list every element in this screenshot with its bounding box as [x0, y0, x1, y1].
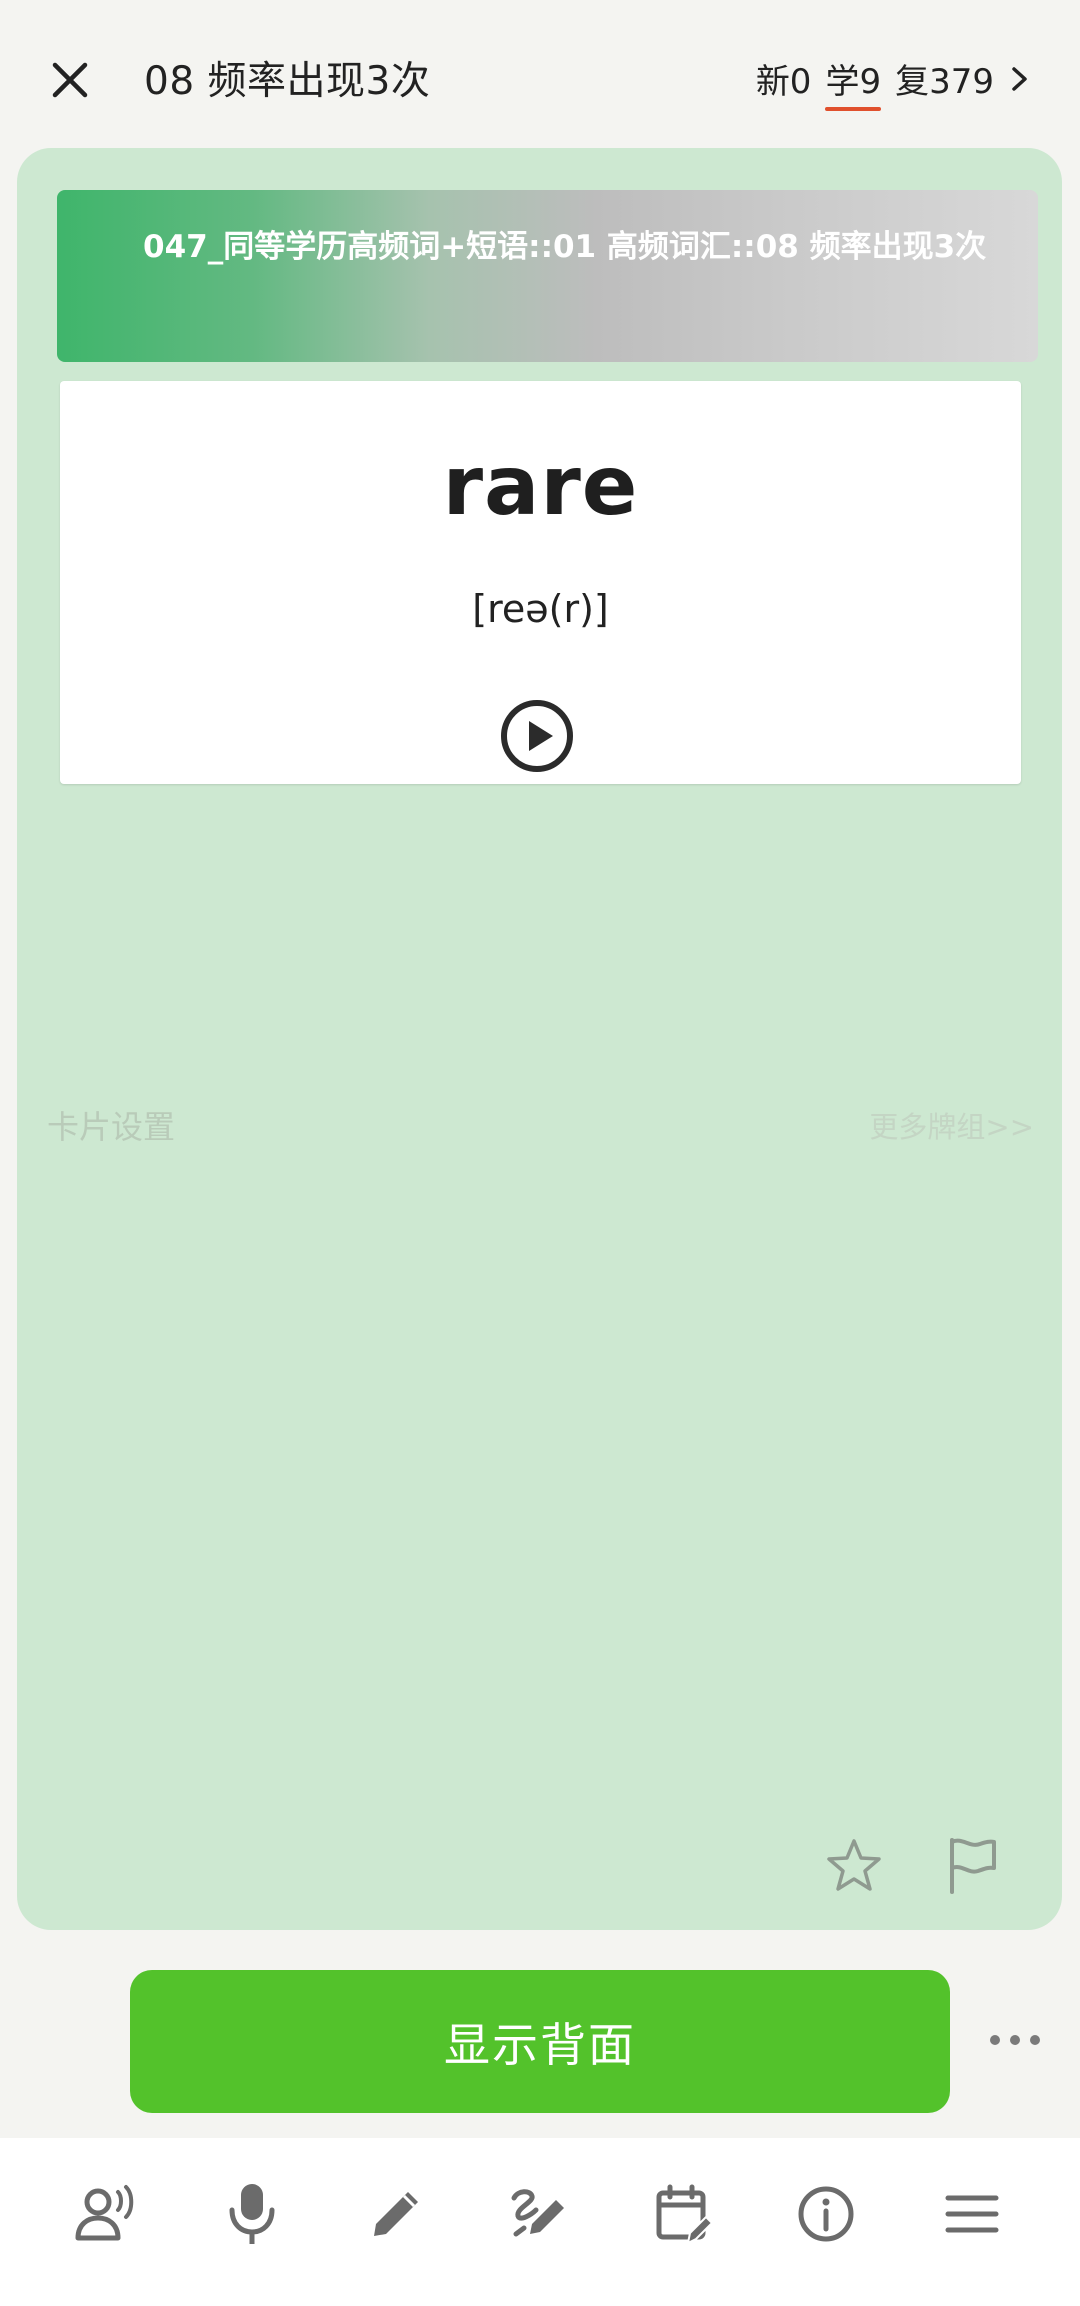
close-icon — [52, 62, 88, 98]
calendar-edit-icon — [656, 2184, 714, 2245]
record-button[interactable] — [218, 2180, 286, 2248]
stat-review: 复379 — [895, 62, 994, 102]
play-icon — [501, 700, 573, 772]
study-stats[interactable]: 新0 学9 复379 — [755, 54, 1030, 111]
menu-button[interactable] — [938, 2180, 1006, 2248]
info-icon — [798, 2186, 854, 2242]
phonetic: [reə(r)] — [472, 587, 609, 631]
info-button[interactable] — [792, 2180, 860, 2248]
card-settings-link[interactable]: 卡片设置 — [47, 1102, 175, 1148]
edit-button[interactable] — [362, 2180, 430, 2248]
handwriting-button[interactable] — [504, 2180, 572, 2248]
favorite-button[interactable] — [824, 1836, 884, 1896]
schedule-button[interactable] — [650, 2180, 718, 2248]
study-screen: 08 频率出现3次 新0 学9 复379 047_同等学历高频词+短语::01 … — [0, 0, 1080, 2306]
card-area: 047_同等学历高频词+短语::01 高频词汇::08 频率出现3次 rare … — [17, 148, 1062, 1930]
more-decks-link[interactable]: 更多牌组>> — [869, 1104, 1034, 1146]
chevron-right-icon — [1012, 66, 1027, 91]
word-card: rare [reə(r)] — [60, 381, 1021, 784]
stat-learn: 学9 — [825, 54, 881, 111]
bottom-toolbar — [0, 2138, 1080, 2306]
close-button[interactable] — [42, 52, 98, 108]
more-options-button[interactable] — [990, 2020, 1040, 2060]
flag-icon — [950, 1838, 996, 1894]
microphone-icon — [229, 2184, 275, 2244]
play-audio-button[interactable] — [498, 697, 576, 775]
pencil-icon — [374, 2192, 418, 2236]
star-icon — [827, 1839, 881, 1891]
dot-icon — [990, 2035, 1000, 2045]
header: 08 频率出现3次 新0 学9 复379 — [0, 0, 1080, 150]
dot-icon — [1030, 2035, 1040, 2045]
word: rare — [442, 439, 639, 534]
speak-button[interactable] — [72, 2180, 140, 2248]
speak-icon — [75, 2185, 134, 2241]
deck-path: 047_同等学历高频词+短语::01 高频词汇::08 频率出现3次 — [143, 229, 987, 265]
dot-icon — [1010, 2035, 1020, 2045]
menu-icon — [945, 2195, 999, 2233]
flag-button[interactable] — [942, 1834, 1002, 1896]
show-back-button[interactable]: 显示背面 — [130, 1970, 950, 2113]
stat-new: 新0 — [755, 62, 812, 102]
deck-path-banner: 047_同等学历高频词+短语::01 高频词汇::08 频率出现3次 — [57, 190, 1038, 362]
deck-title: 08 频率出现3次 — [144, 59, 431, 104]
handwriting-icon — [511, 2189, 564, 2237]
